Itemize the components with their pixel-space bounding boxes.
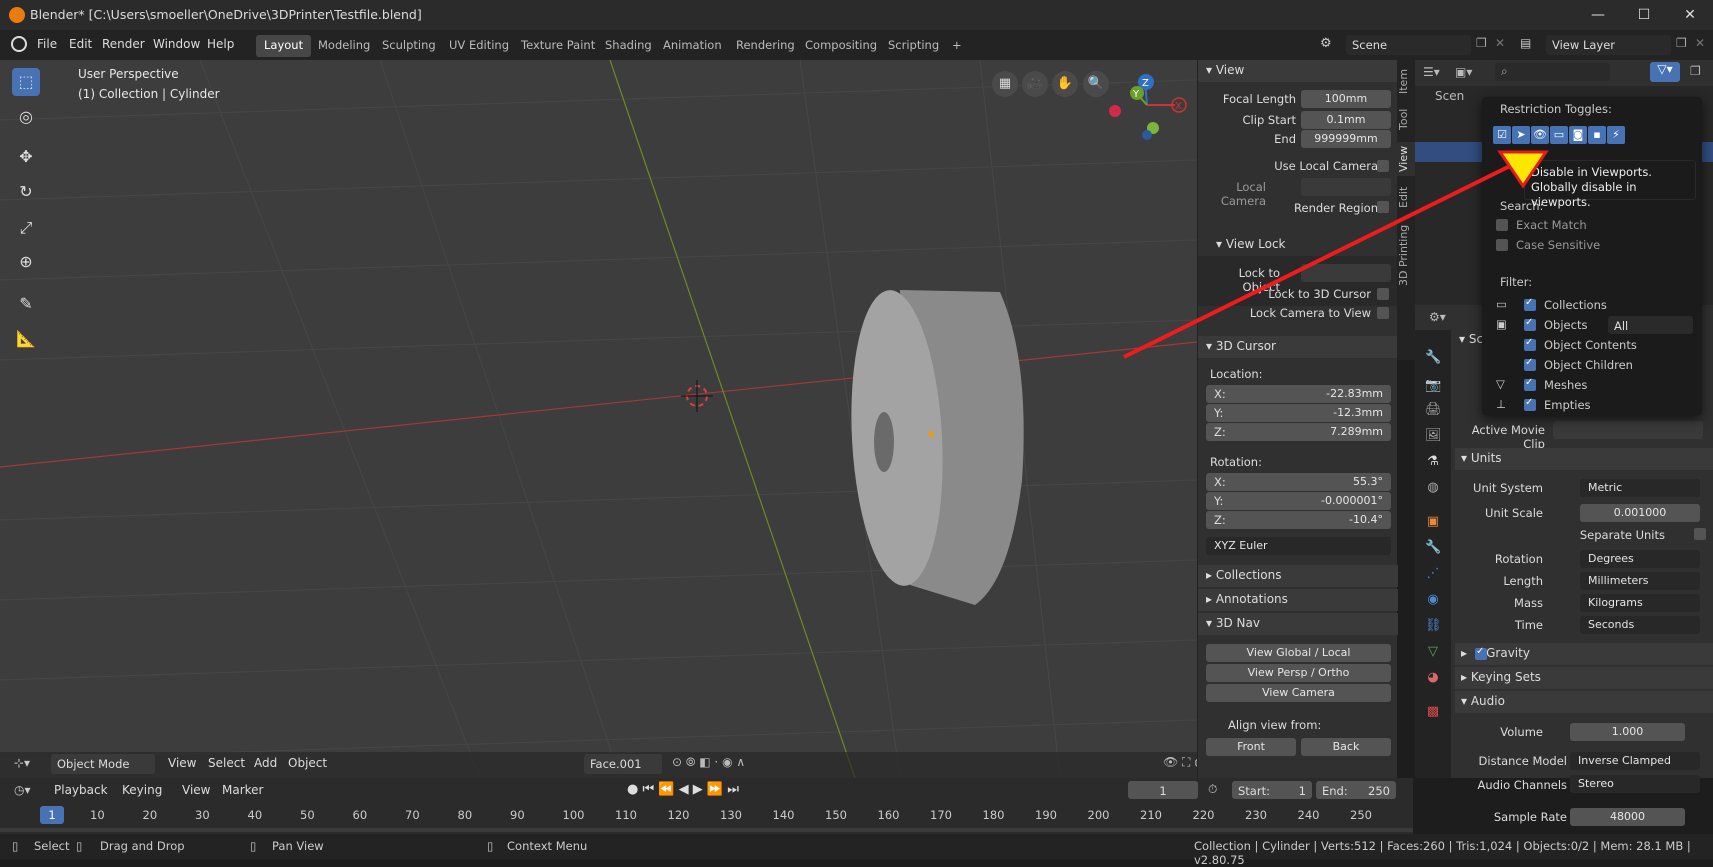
timeline-tick: 10	[90, 808, 105, 822]
sample-rate-label: Sample Rate	[1493, 810, 1567, 824]
timeline-tick: 40	[247, 808, 263, 822]
end-frame-field[interactable]: End: 250	[1316, 781, 1396, 799]
timeline-tick: 70	[405, 808, 420, 822]
mouse-pan-icon: ▯	[250, 839, 257, 853]
timeline-editor-icon[interactable]: ◷▾	[14, 783, 31, 797]
timeline-tick: 240	[1297, 808, 1320, 822]
mouse-left-icon: ▯	[12, 839, 19, 853]
timeline-scrollbar[interactable]	[0, 828, 1413, 832]
playback-menu[interactable]: Playback	[54, 783, 108, 797]
start-frame-label: Start:	[1238, 784, 1270, 798]
status-bar: ▯ Select ▯ Drag and Drop ▯ Pan View ▯ Co…	[0, 834, 1713, 867]
timeline-tick: 230	[1245, 808, 1267, 822]
status-drag: Drag and Drop	[100, 839, 185, 853]
status-context: Context Menu	[507, 839, 588, 853]
timeline-tick: 180	[982, 808, 1005, 822]
end-frame-label: End:	[1322, 784, 1348, 798]
timeline-tick: 60	[352, 808, 368, 822]
timeline-tick: 120	[667, 808, 690, 822]
status-pan: Pan View	[272, 839, 324, 853]
timeline-tick: 150	[825, 808, 847, 822]
start-frame-value: 1	[1298, 784, 1306, 798]
end-frame-value: 250	[1368, 784, 1390, 798]
timeline-tick: 200	[1087, 808, 1110, 822]
scene-statistics: Collection | Cylinder | Verts:512 | Face…	[1194, 839, 1691, 867]
start-frame-field[interactable]: Start: 1	[1232, 781, 1312, 799]
marker-menu[interactable]: Marker	[222, 783, 263, 797]
timeline-tick: 190	[1035, 808, 1057, 822]
timeline-tick: 100	[562, 808, 585, 822]
timeline-tick: 210	[1140, 808, 1162, 822]
timeline-tick: 90	[510, 808, 525, 822]
timeline-tick: 80	[457, 808, 473, 822]
keying-menu[interactable]: Keying	[122, 783, 162, 797]
mouse-middle-icon: ▯	[76, 839, 83, 853]
timeline-tick: 50	[300, 808, 315, 822]
current-frame-field[interactable]: 1	[1128, 781, 1198, 799]
timeline-tick: 160	[877, 808, 900, 822]
timeline-tick: 110	[615, 808, 637, 822]
timeline-view-menu[interactable]: View	[182, 783, 210, 797]
timeline-tick: 220	[1192, 808, 1215, 822]
mouse-right-icon: ▯	[487, 839, 494, 853]
timeline-tick: 20	[142, 808, 158, 822]
playback-controls-icon[interactable]: ● ⏮ ⏪ ◀ ▶ ⏩ ⏭	[627, 782, 739, 797]
status-select: Select	[34, 839, 70, 853]
sample-rate-field[interactable]: 48000	[1570, 808, 1685, 826]
timeline-tick: 30	[195, 808, 210, 822]
timeline-tick: 250	[1350, 808, 1372, 822]
timeline-tick: 170	[930, 808, 952, 822]
timeline-tick: 130	[720, 808, 742, 822]
timeline-tick: 140	[772, 808, 795, 822]
current-frame-indicator[interactable]: 1	[40, 806, 64, 824]
annotation-arrow	[1123, 150, 1549, 359]
stopwatch-icon[interactable]: ⏱	[1208, 782, 1217, 797]
